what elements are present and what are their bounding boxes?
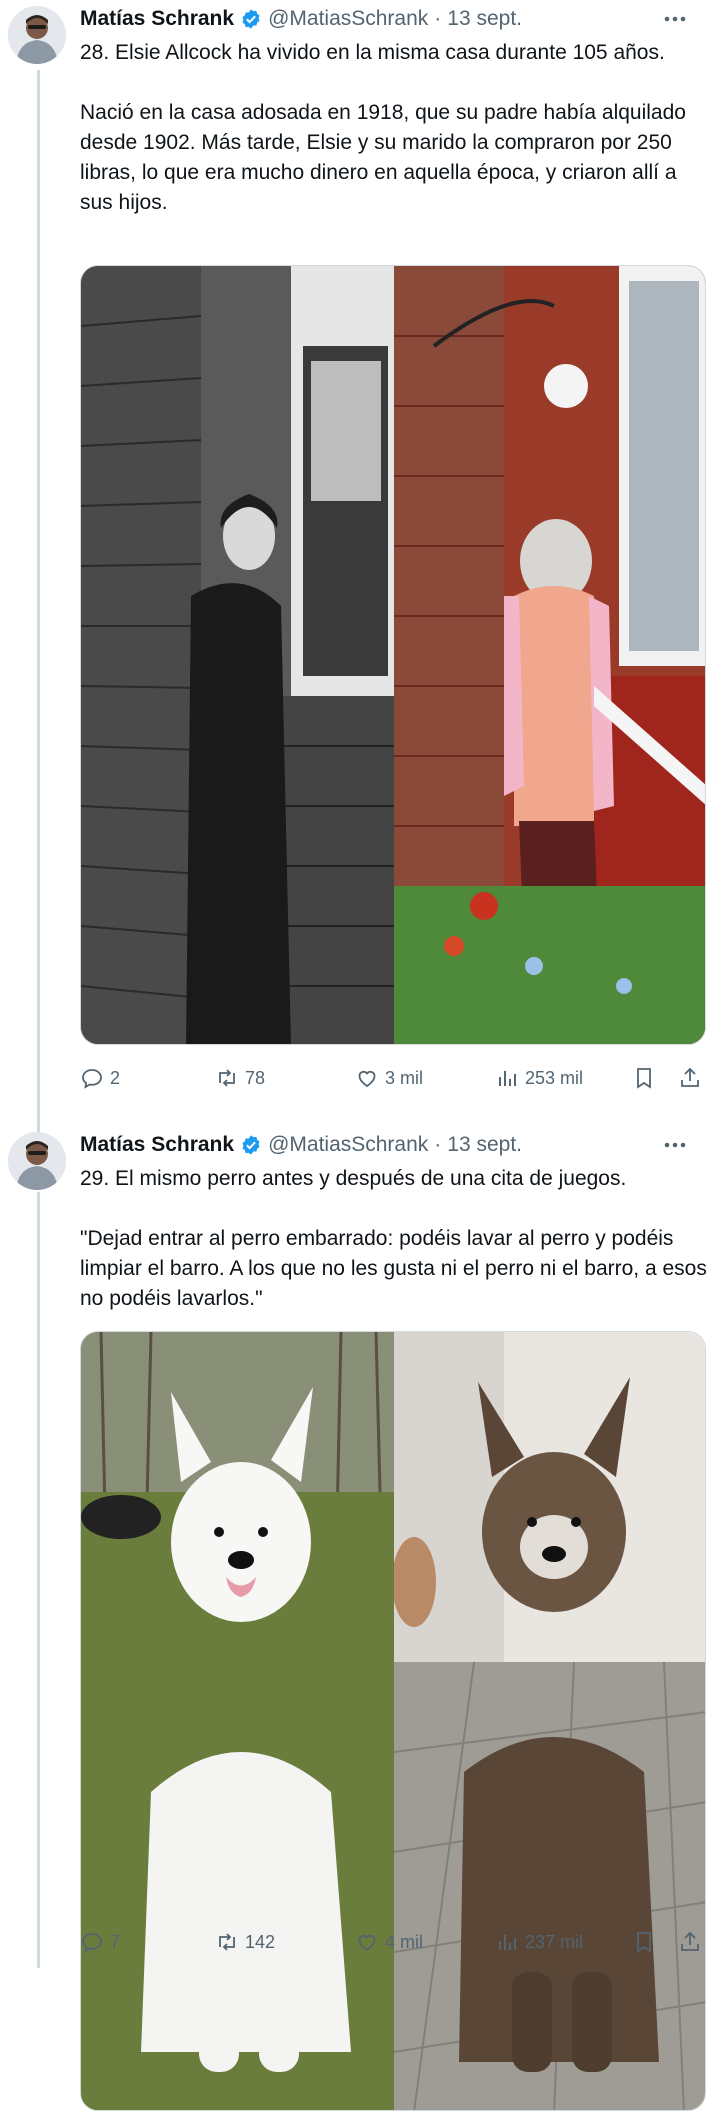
bookmark-icon [637,1932,651,1953]
reply-icon [82,1069,102,1089]
tweet[interactable]: Matías Schrank @MatiasSchrank · 13 sept.… [0,1126,720,2111]
tweet-media[interactable] [80,265,706,1045]
tweet-actions: 2 78 3 mil 253 mil [80,1063,710,1093]
views-icon [499,1935,516,1950]
photo-old-woman-color [394,266,705,1044]
tweet-header: Matías Schrank @MatiasSchrank · 13 sept. [80,6,710,32]
separator-dot: · [434,7,442,30]
author-name[interactable]: Matías Schrank [80,7,234,31]
retweet-button[interactable]: 142 [215,1930,275,1954]
share-icon [681,1067,699,1087]
reply-count: 7 [110,1931,121,1952]
bookmark-icon [637,1068,651,1089]
reply-button[interactable]: 2 [80,1066,120,1090]
retweet-count: 142 [245,1931,276,1952]
share-icon [681,1931,699,1951]
retweet-button[interactable]: 78 [215,1066,265,1090]
reply-count: 2 [110,1067,121,1088]
tweet-text: 28. Elsie Allcock ha vivido en la misma … [80,41,686,214]
verified-badge-icon [242,1135,260,1155]
views-count: 253 mil [525,1067,584,1088]
photo-old-woman-bw [81,266,394,1044]
tweet[interactable]: Matías Schrank @MatiasSchrank · 13 sept.… [0,0,720,1120]
like-button[interactable]: 3 mil [355,1066,423,1090]
tweet-actions: 7 142 4 mil 237 mil [80,1927,710,1957]
views-button[interactable]: 237 mil [495,1930,583,1954]
tweet-media[interactable] [80,1331,706,2111]
like-icon [358,1070,376,1088]
like-icon [358,1934,376,1952]
like-count: 4 mil [385,1931,424,1952]
tweet-header: Matías Schrank @MatiasSchrank · 13 sept. [80,1132,710,1158]
photo-clean-dog [81,1332,394,2110]
like-button[interactable]: 4 mil [355,1930,423,1954]
retweet-count: 78 [245,1067,266,1088]
views-icon [499,1071,516,1086]
avatar[interactable] [8,1132,66,1190]
avatar[interactable] [8,6,66,64]
retweet-icon [219,1933,235,1951]
tweet-date[interactable]: 13 sept. [447,7,522,31]
like-count: 3 mil [385,1067,424,1088]
bookmark-button[interactable] [632,1930,662,1954]
verified-badge-icon [242,9,260,29]
views-button[interactable]: 253 mil [495,1066,583,1090]
separator-dot: · [434,1133,442,1156]
more-icon[interactable] [660,6,690,32]
views-count: 237 mil [525,1931,584,1952]
retweet-icon [219,1069,235,1087]
reply-button[interactable]: 7 [80,1930,120,1954]
author-handle[interactable]: @MatiasSchrank [268,7,428,31]
share-button[interactable] [678,1930,708,1954]
author-name[interactable]: Matías Schrank [80,1133,234,1157]
share-button[interactable] [678,1066,708,1090]
tweet-date[interactable]: 13 sept. [447,1133,522,1157]
reply-icon [82,1933,102,1953]
photo-muddy-dog [394,1332,705,2110]
more-icon[interactable] [660,1132,690,1158]
author-handle[interactable]: @MatiasSchrank [268,1133,428,1157]
tweet-text: 29. El mismo perro antes y después de un… [80,1167,707,1310]
bookmark-button[interactable] [632,1066,662,1090]
